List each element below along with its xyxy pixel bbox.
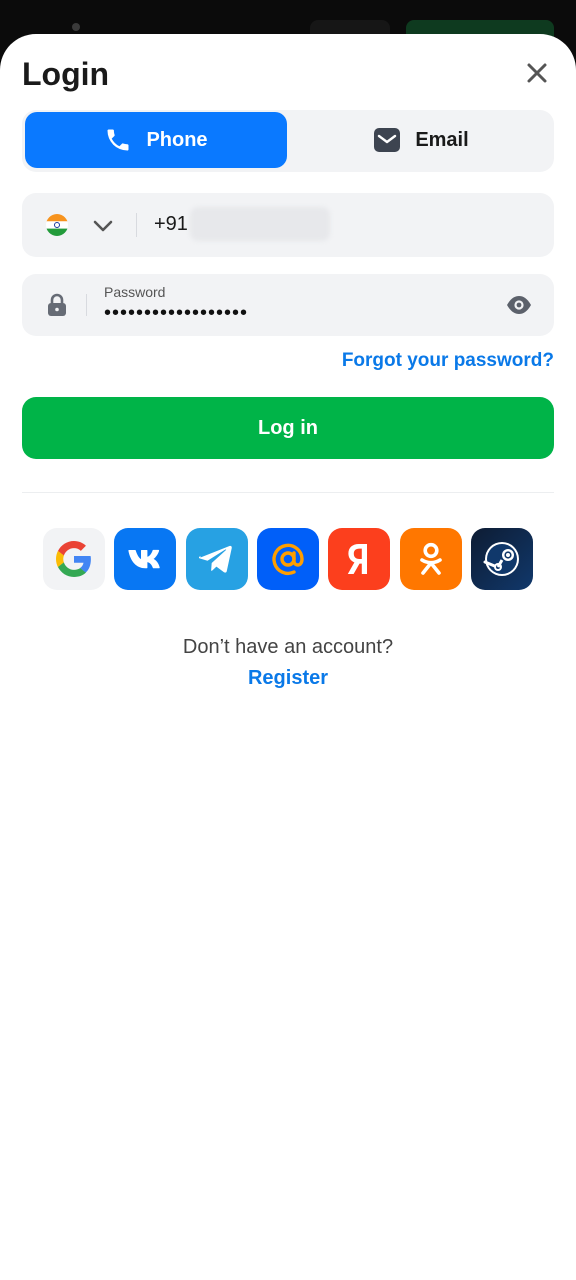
login-sheet: Login Phone Email +91 Password •••••••••… [0, 34, 576, 1280]
register-link[interactable]: Register [0, 667, 576, 690]
odnoklassniki-login-button[interactable] [399, 528, 462, 590]
field-divider [136, 213, 137, 237]
social-login-row [43, 528, 534, 590]
forgot-password-link[interactable]: Forgot your password? [342, 350, 554, 372]
google-login-button[interactable] [43, 528, 105, 590]
background-dot [72, 23, 80, 31]
yandex-login-button[interactable] [328, 528, 391, 590]
telegram-icon [198, 545, 232, 573]
login-method-tabs: Phone Email [22, 110, 554, 172]
vk-icon [128, 549, 161, 569]
divider [22, 492, 554, 493]
lock-icon [48, 293, 66, 316]
tab-phone[interactable]: Phone [25, 112, 287, 168]
steam-icon [483, 542, 520, 576]
chevron-down-icon [93, 220, 113, 232]
eye-icon[interactable] [506, 294, 532, 316]
vk-login-button[interactable] [114, 528, 177, 590]
close-icon [527, 63, 547, 83]
password-input[interactable]: •••••••••••••••••• [104, 302, 248, 325]
password-label: Password [104, 284, 166, 300]
phone-number-input[interactable] [190, 207, 330, 241]
yandex-icon [348, 544, 368, 574]
mail-ru-icon [272, 543, 304, 576]
mail-icon [374, 128, 401, 152]
dial-code: +91 [154, 213, 188, 235]
india-flag-icon[interactable] [46, 214, 68, 236]
phone-icon [107, 129, 129, 151]
google-icon [55, 541, 91, 577]
tab-email-label: Email [415, 128, 469, 151]
odnoklassniki-icon [419, 542, 442, 575]
tab-phone-label: Phone [146, 128, 208, 151]
steam-login-button[interactable] [471, 528, 534, 590]
mail-ru-login-button[interactable] [257, 528, 319, 590]
no-account-prompt: Don’t have an account? [182, 636, 394, 658]
telegram-login-button[interactable] [185, 528, 248, 590]
field-divider [86, 294, 87, 316]
tab-email[interactable]: Email [290, 112, 552, 168]
close-button[interactable] [522, 58, 552, 88]
page-title: Login [22, 56, 110, 92]
password-field[interactable]: Password •••••••••••••••••• [22, 274, 554, 336]
phone-field[interactable]: +91 [22, 193, 554, 257]
country-dropdown[interactable] [92, 215, 114, 237]
login-button[interactable]: Log in [22, 397, 554, 459]
